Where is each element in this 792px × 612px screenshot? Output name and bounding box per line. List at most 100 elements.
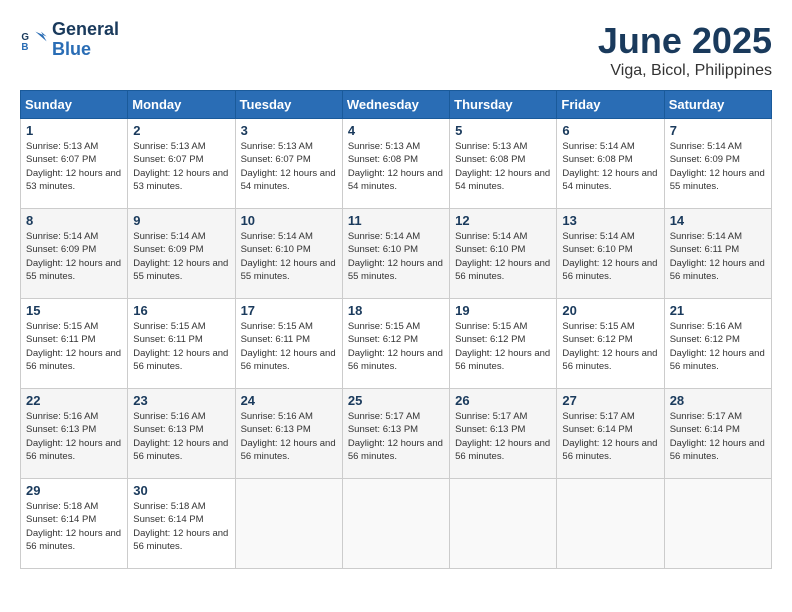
- day-number: 28: [670, 393, 766, 408]
- calendar-cell: 30 Sunrise: 5:18 AM Sunset: 6:14 PM Dayl…: [128, 479, 235, 569]
- calendar-cell: 15 Sunrise: 5:15 AM Sunset: 6:11 PM Dayl…: [21, 299, 128, 389]
- calendar-cell: 26 Sunrise: 5:17 AM Sunset: 6:13 PM Dayl…: [450, 389, 557, 479]
- day-number: 16: [133, 303, 229, 318]
- day-number: 13: [562, 213, 658, 228]
- calendar-cell: 5 Sunrise: 5:13 AM Sunset: 6:08 PM Dayli…: [450, 119, 557, 209]
- calendar-cell: [450, 479, 557, 569]
- day-number: 17: [241, 303, 337, 318]
- calendar-row-5: 29 Sunrise: 5:18 AM Sunset: 6:14 PM Dayl…: [21, 479, 772, 569]
- col-monday: Monday: [128, 91, 235, 119]
- calendar-cell: 18 Sunrise: 5:15 AM Sunset: 6:12 PM Dayl…: [342, 299, 449, 389]
- calendar-row-4: 22 Sunrise: 5:16 AM Sunset: 6:13 PM Dayl…: [21, 389, 772, 479]
- day-number: 22: [26, 393, 122, 408]
- day-info: Sunrise: 5:15 AM Sunset: 6:11 PM Dayligh…: [26, 320, 122, 373]
- header: G B General Blue June 2025 Viga, Bicol, …: [20, 20, 772, 80]
- calendar-cell: [342, 479, 449, 569]
- calendar-cell: 12 Sunrise: 5:14 AM Sunset: 6:10 PM Dayl…: [450, 209, 557, 299]
- day-number: 18: [348, 303, 444, 318]
- day-number: 29: [26, 483, 122, 498]
- day-info: Sunrise: 5:14 AM Sunset: 6:09 PM Dayligh…: [26, 230, 122, 283]
- col-wednesday: Wednesday: [342, 91, 449, 119]
- calendar-cell: 29 Sunrise: 5:18 AM Sunset: 6:14 PM Dayl…: [21, 479, 128, 569]
- day-number: 25: [348, 393, 444, 408]
- calendar-cell: 19 Sunrise: 5:15 AM Sunset: 6:12 PM Dayl…: [450, 299, 557, 389]
- day-info: Sunrise: 5:13 AM Sunset: 6:07 PM Dayligh…: [133, 140, 229, 193]
- day-info: Sunrise: 5:17 AM Sunset: 6:14 PM Dayligh…: [670, 410, 766, 463]
- calendar-cell: 28 Sunrise: 5:17 AM Sunset: 6:14 PM Dayl…: [664, 389, 771, 479]
- day-info: Sunrise: 5:15 AM Sunset: 6:11 PM Dayligh…: [133, 320, 229, 373]
- day-number: 11: [348, 213, 444, 228]
- calendar-cell: 13 Sunrise: 5:14 AM Sunset: 6:10 PM Dayl…: [557, 209, 664, 299]
- col-friday: Friday: [557, 91, 664, 119]
- col-sunday: Sunday: [21, 91, 128, 119]
- calendar-cell: 11 Sunrise: 5:14 AM Sunset: 6:10 PM Dayl…: [342, 209, 449, 299]
- col-thursday: Thursday: [450, 91, 557, 119]
- day-info: Sunrise: 5:16 AM Sunset: 6:13 PM Dayligh…: [241, 410, 337, 463]
- calendar-row-3: 15 Sunrise: 5:15 AM Sunset: 6:11 PM Dayl…: [21, 299, 772, 389]
- day-number: 23: [133, 393, 229, 408]
- day-info: Sunrise: 5:14 AM Sunset: 6:09 PM Dayligh…: [670, 140, 766, 193]
- day-info: Sunrise: 5:14 AM Sunset: 6:09 PM Dayligh…: [133, 230, 229, 283]
- day-info: Sunrise: 5:18 AM Sunset: 6:14 PM Dayligh…: [133, 500, 229, 553]
- subtitle: Viga, Bicol, Philippines: [598, 62, 772, 80]
- day-info: Sunrise: 5:14 AM Sunset: 6:08 PM Dayligh…: [562, 140, 658, 193]
- col-tuesday: Tuesday: [235, 91, 342, 119]
- day-info: Sunrise: 5:14 AM Sunset: 6:10 PM Dayligh…: [241, 230, 337, 283]
- day-number: 12: [455, 213, 551, 228]
- day-info: Sunrise: 5:14 AM Sunset: 6:10 PM Dayligh…: [348, 230, 444, 283]
- day-number: 10: [241, 213, 337, 228]
- col-saturday: Saturday: [664, 91, 771, 119]
- day-number: 4: [348, 123, 444, 138]
- calendar-cell: 22 Sunrise: 5:16 AM Sunset: 6:13 PM Dayl…: [21, 389, 128, 479]
- calendar-cell: 21 Sunrise: 5:16 AM Sunset: 6:12 PM Dayl…: [664, 299, 771, 389]
- day-number: 20: [562, 303, 658, 318]
- day-info: Sunrise: 5:17 AM Sunset: 6:14 PM Dayligh…: [562, 410, 658, 463]
- day-info: Sunrise: 5:15 AM Sunset: 6:12 PM Dayligh…: [455, 320, 551, 373]
- day-number: 5: [455, 123, 551, 138]
- calendar-row-1: 1 Sunrise: 5:13 AM Sunset: 6:07 PM Dayli…: [21, 119, 772, 209]
- title-area: June 2025 Viga, Bicol, Philippines: [598, 20, 772, 80]
- calendar-cell: [235, 479, 342, 569]
- calendar-cell: 9 Sunrise: 5:14 AM Sunset: 6:09 PM Dayli…: [128, 209, 235, 299]
- calendar-cell: [664, 479, 771, 569]
- calendar-row-2: 8 Sunrise: 5:14 AM Sunset: 6:09 PM Dayli…: [21, 209, 772, 299]
- svg-text:B: B: [21, 42, 28, 53]
- day-info: Sunrise: 5:16 AM Sunset: 6:12 PM Dayligh…: [670, 320, 766, 373]
- calendar-cell: 25 Sunrise: 5:17 AM Sunset: 6:13 PM Dayl…: [342, 389, 449, 479]
- calendar-cell: 8 Sunrise: 5:14 AM Sunset: 6:09 PM Dayli…: [21, 209, 128, 299]
- calendar-cell: 16 Sunrise: 5:15 AM Sunset: 6:11 PM Dayl…: [128, 299, 235, 389]
- calendar-cell: 24 Sunrise: 5:16 AM Sunset: 6:13 PM Dayl…: [235, 389, 342, 479]
- calendar: Sunday Monday Tuesday Wednesday Thursday…: [20, 90, 772, 569]
- calendar-cell: 3 Sunrise: 5:13 AM Sunset: 6:07 PM Dayli…: [235, 119, 342, 209]
- day-info: Sunrise: 5:17 AM Sunset: 6:13 PM Dayligh…: [348, 410, 444, 463]
- calendar-cell: 7 Sunrise: 5:14 AM Sunset: 6:09 PM Dayli…: [664, 119, 771, 209]
- calendar-cell: 14 Sunrise: 5:14 AM Sunset: 6:11 PM Dayl…: [664, 209, 771, 299]
- day-info: Sunrise: 5:13 AM Sunset: 6:07 PM Dayligh…: [26, 140, 122, 193]
- logo-icon: G B: [20, 26, 48, 54]
- day-info: Sunrise: 5:13 AM Sunset: 6:08 PM Dayligh…: [455, 140, 551, 193]
- day-number: 24: [241, 393, 337, 408]
- day-info: Sunrise: 5:15 AM Sunset: 6:12 PM Dayligh…: [348, 320, 444, 373]
- day-number: 14: [670, 213, 766, 228]
- calendar-cell: 20 Sunrise: 5:15 AM Sunset: 6:12 PM Dayl…: [557, 299, 664, 389]
- day-number: 7: [670, 123, 766, 138]
- calendar-cell: 2 Sunrise: 5:13 AM Sunset: 6:07 PM Dayli…: [128, 119, 235, 209]
- logo-line2: Blue: [52, 40, 119, 60]
- day-number: 9: [133, 213, 229, 228]
- day-info: Sunrise: 5:17 AM Sunset: 6:13 PM Dayligh…: [455, 410, 551, 463]
- calendar-cell: 6 Sunrise: 5:14 AM Sunset: 6:08 PM Dayli…: [557, 119, 664, 209]
- calendar-cell: 27 Sunrise: 5:17 AM Sunset: 6:14 PM Dayl…: [557, 389, 664, 479]
- day-info: Sunrise: 5:16 AM Sunset: 6:13 PM Dayligh…: [133, 410, 229, 463]
- day-info: Sunrise: 5:14 AM Sunset: 6:10 PM Dayligh…: [455, 230, 551, 283]
- day-info: Sunrise: 5:18 AM Sunset: 6:14 PM Dayligh…: [26, 500, 122, 553]
- logo-line1: General: [52, 20, 119, 40]
- main-title: June 2025: [598, 20, 772, 62]
- calendar-cell: 23 Sunrise: 5:16 AM Sunset: 6:13 PM Dayl…: [128, 389, 235, 479]
- day-info: Sunrise: 5:16 AM Sunset: 6:13 PM Dayligh…: [26, 410, 122, 463]
- calendar-cell: [557, 479, 664, 569]
- calendar-cell: 10 Sunrise: 5:14 AM Sunset: 6:10 PM Dayl…: [235, 209, 342, 299]
- day-number: 2: [133, 123, 229, 138]
- day-number: 8: [26, 213, 122, 228]
- calendar-cell: 17 Sunrise: 5:15 AM Sunset: 6:11 PM Dayl…: [235, 299, 342, 389]
- day-number: 15: [26, 303, 122, 318]
